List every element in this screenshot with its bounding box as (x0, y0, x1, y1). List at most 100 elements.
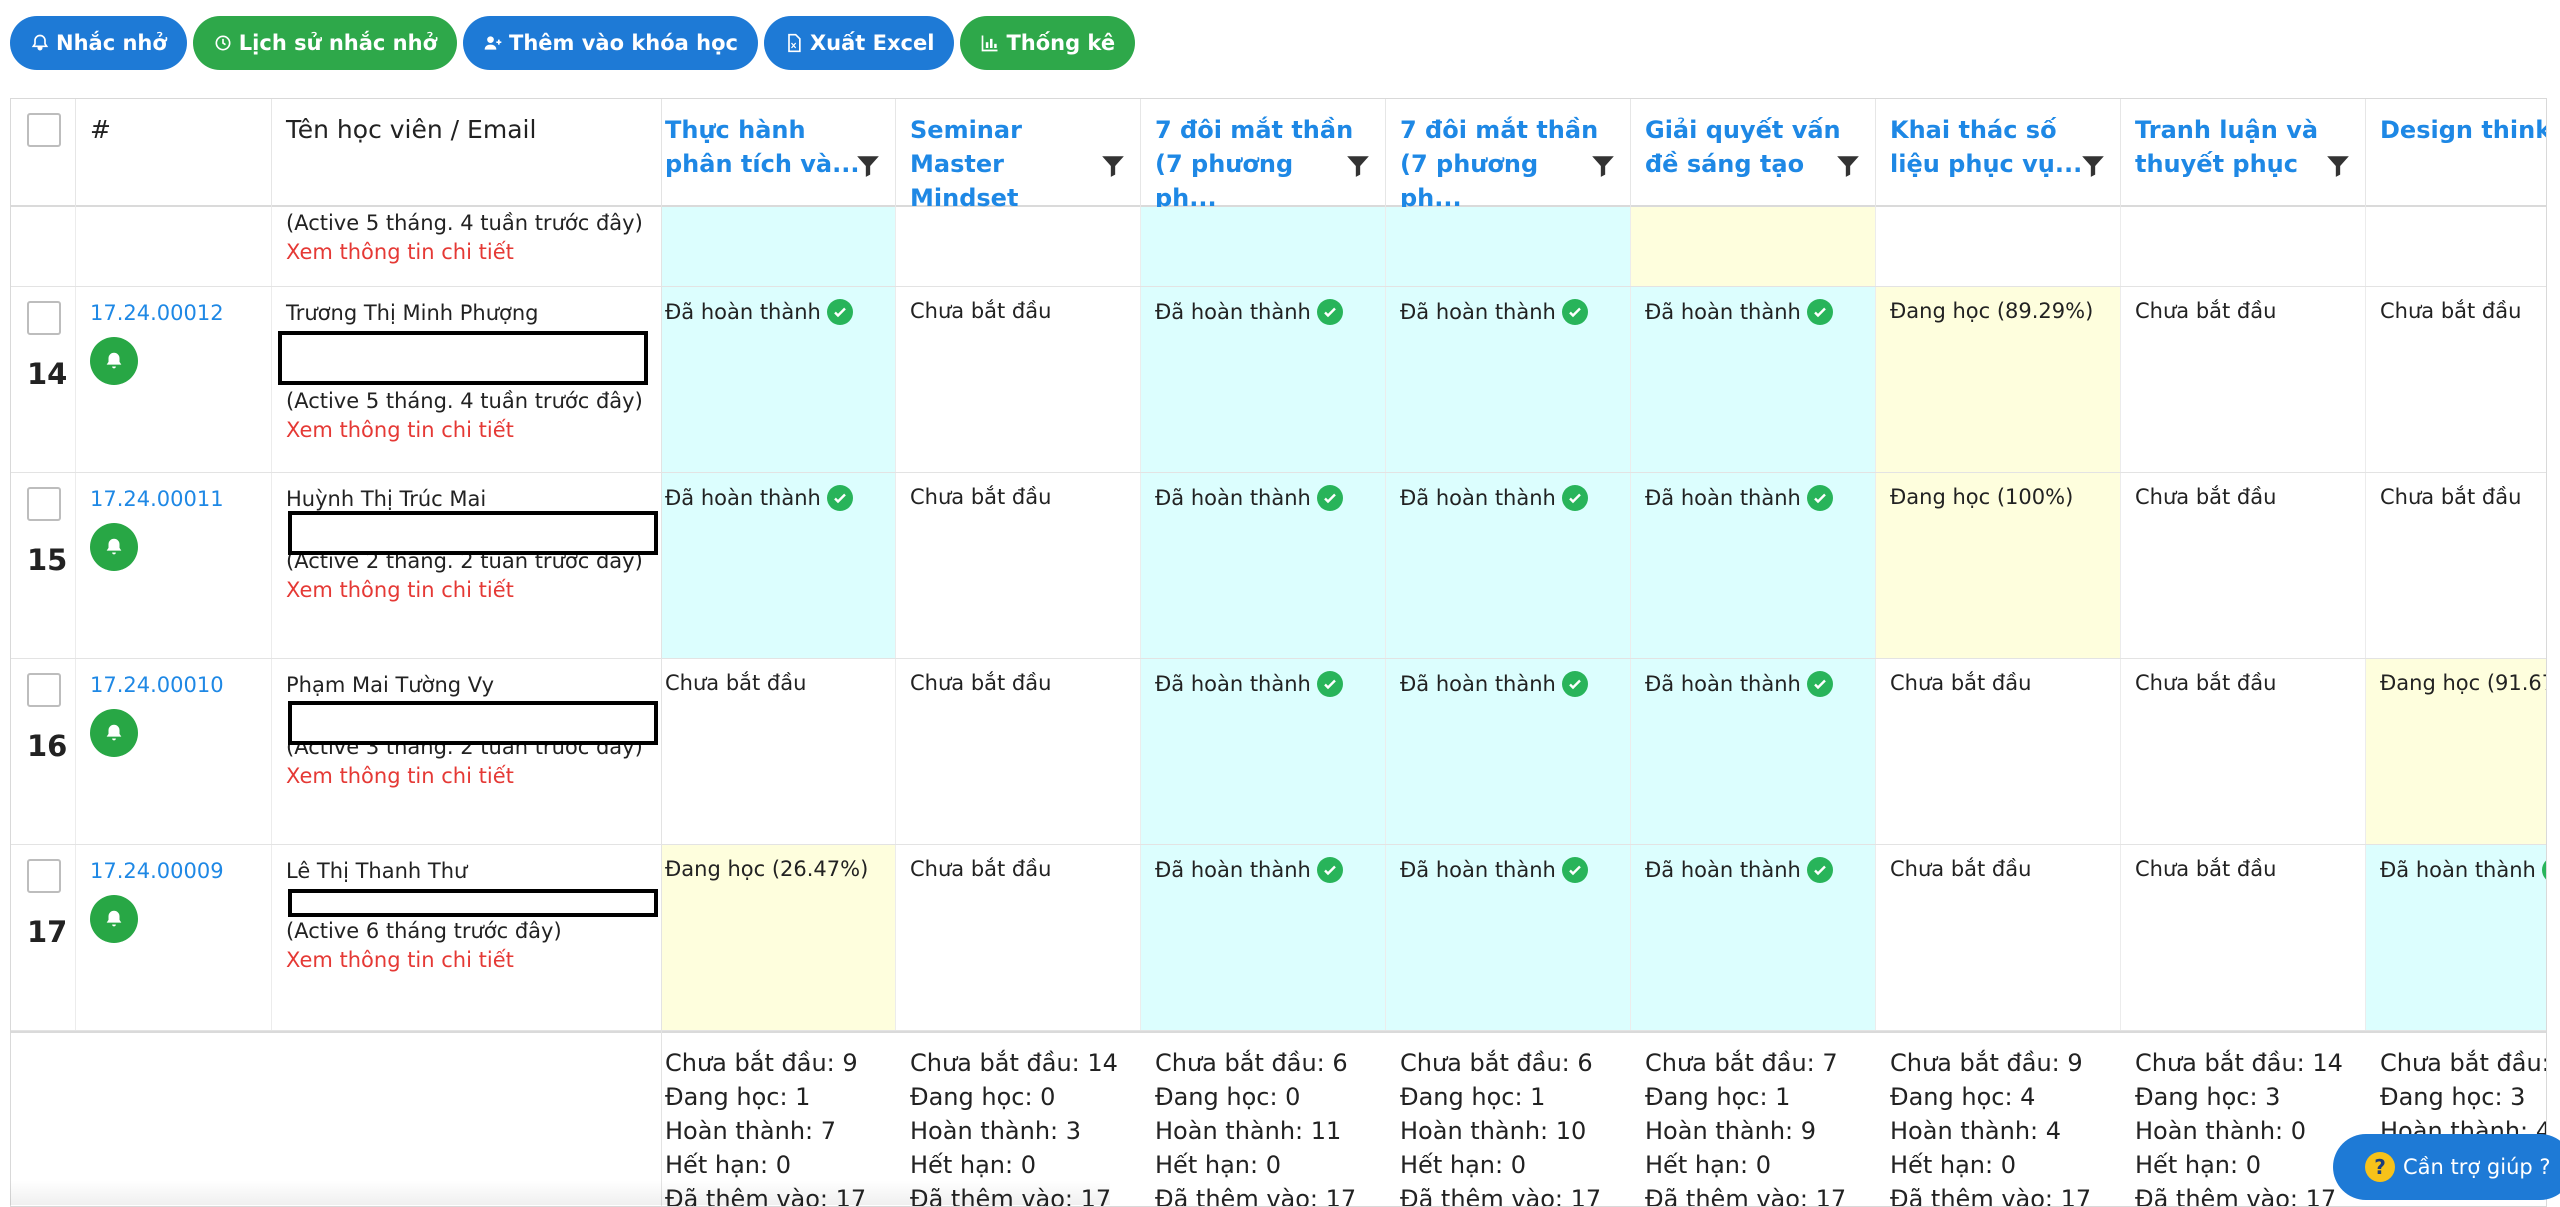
filter-icon[interactable] (1345, 153, 1371, 179)
course-status: Đã hoàn thành (1400, 857, 1588, 883)
add-to-course-button[interactable]: Thêm vào khóa học (463, 16, 758, 70)
remind-student-button[interactable] (90, 895, 138, 943)
course-status-cell (896, 207, 1141, 286)
course-header[interactable]: Design thinkin (2366, 99, 2546, 207)
remind-student-button[interactable] (90, 337, 138, 385)
table-row: Đã hoàn thành Chưa bắt đầu Đã hoàn thành… (661, 287, 2546, 473)
row-number: 14 (27, 357, 68, 391)
student-code-link[interactable]: 17.24.00012 (90, 301, 224, 325)
check-circle-icon (1561, 671, 1588, 697)
help-button[interactable]: ? Cần trợ giúp ? (2333, 1134, 2560, 1200)
student-code-link[interactable]: 17.24.00010 (90, 673, 224, 697)
summary-line: Đang học: 1 (1645, 1083, 1791, 1111)
statistics-button[interactable]: Thống kê (960, 16, 1136, 70)
student-code-link[interactable]: 17.24.00011 (90, 487, 224, 511)
summary-line: Đang học: 1 (1400, 1083, 1546, 1111)
summary-line: Chưa bắt đầu: 6 (1400, 1049, 1593, 1077)
filter-icon[interactable] (2080, 153, 2106, 179)
course-status-text: Đã hoàn thành (1645, 300, 1801, 324)
filter-icon[interactable] (1590, 153, 1616, 179)
course-status: Đã hoàn thành (1645, 671, 1833, 697)
row-select-cell: 16 (11, 659, 76, 844)
course-title: 7 đôi mắt thần (7 phương ph... (1400, 113, 1600, 215)
student-name: Trương Thị Minh Phượng (286, 301, 539, 325)
summary-line: Hết hạn: 0 (1890, 1151, 2016, 1179)
student-progress-table: # Tên học viên / Email (Active 5 tháng. … (10, 98, 2547, 1207)
course-title: Tranh luận và thuyết phục (2135, 113, 2335, 181)
course-header[interactable]: Giải quyết vấn đề sáng tạo (1631, 99, 1876, 207)
row-checkbox[interactable] (27, 673, 61, 707)
remind-student-button[interactable] (90, 523, 138, 571)
course-status-cell: Đã hoàn thành (1631, 473, 1876, 658)
course-status-cell: Đã hoàn thành (1141, 473, 1386, 658)
filter-icon[interactable] (855, 153, 881, 179)
filter-icon[interactable] (2325, 153, 2351, 179)
remind-history-button[interactable]: Lịch sử nhắc nhở (192, 16, 458, 70)
summary-line: Hoàn thành: 4 (1890, 1117, 2062, 1145)
course-status-text: Đã hoàn thành (1155, 858, 1311, 882)
course-status: Đã hoàn thành (1155, 485, 1343, 511)
header-name[interactable]: Tên học viên / Email (272, 99, 661, 207)
course-title-line2: đề sáng tạo (1645, 150, 1805, 178)
course-status-cell: Đã hoàn thành (1386, 473, 1631, 658)
course-header[interactable]: 7 đôi mắt thần (7 phương ph... (1386, 99, 1631, 212)
row-select-cell: 14 (11, 287, 76, 472)
course-status: Chưa bắt đầu (2135, 485, 2276, 509)
course-status-text: Đã hoàn thành (1400, 858, 1556, 882)
view-detail-link[interactable]: Xem thông tin chi tiết (286, 578, 514, 602)
course-header[interactable]: 7 đôi mắt thần (7 phương ph... (1141, 99, 1386, 212)
course-status-cell: Chưa bắt đầu (2121, 845, 2366, 1030)
row-checkbox[interactable] (27, 487, 61, 521)
course-status: Đã hoàn thành (665, 299, 853, 325)
course-header[interactable]: Thực hành phân tích và... (661, 99, 896, 207)
export-excel-button[interactable]: Xuất Excel (763, 16, 955, 70)
course-status-text: Đã hoàn thành (1155, 672, 1311, 696)
view-detail-link[interactable]: Xem thông tin chi tiết (286, 764, 514, 788)
course-status: Chưa bắt đầu (910, 299, 1051, 323)
course-header[interactable]: Tranh luận và thuyết phục (2121, 99, 2366, 207)
course-title-line1: Tranh luận và (2135, 116, 2319, 144)
summary-line: Hoàn thành: 7 (665, 1117, 837, 1145)
summary-line: Chưa bắt đầu: (2380, 1049, 2546, 1077)
check-circle-icon (1316, 485, 1343, 511)
course-header[interactable]: Seminar Master Mindset (896, 99, 1141, 212)
course-title-line1: Giải quyết vấn (1645, 116, 1841, 144)
row-checkbox[interactable] (27, 859, 61, 893)
check-circle-icon (1561, 299, 1588, 325)
course-columns[interactable]: Thực hành phân tích và... Seminar Master M… (661, 99, 2546, 1206)
student-code-link[interactable]: 17.24.00009 (90, 859, 224, 883)
course-status: Chưa bắt đầu (1890, 671, 2031, 695)
course-title-line1: 7 đôi mắt thần (1155, 116, 1354, 144)
filter-icon[interactable] (1835, 153, 1861, 179)
chart-icon (982, 35, 998, 52)
export-excel-label: Xuất Excel (809, 31, 935, 55)
filter-icon[interactable] (1100, 153, 1126, 179)
course-status-cell: Đã hoàn thành (1631, 845, 1876, 1030)
course-status: Đã hoàn thành (1645, 485, 1833, 511)
remind-button[interactable]: Nhắc nhở (10, 16, 187, 70)
redacted-email (288, 511, 658, 555)
course-status-cell: Chưa bắt đầu (661, 659, 896, 844)
course-status-text: Đã hoàn thành (665, 300, 821, 324)
row-select-cell: 15 (11, 473, 76, 658)
remind-student-button[interactable] (90, 709, 138, 757)
course-title: Thực hành phân tích và... (665, 113, 865, 181)
select-all-checkbox[interactable] (27, 113, 61, 147)
summary-line: Hết hạn: 0 (1400, 1151, 1526, 1179)
course-status: Đã hoàn thành (1155, 299, 1343, 325)
view-detail-link[interactable]: Xem thông tin chi tiết (286, 948, 514, 972)
view-detail-link[interactable]: Xem thông tin chi tiết (286, 418, 514, 442)
summary-line: Hoàn thành: 9 (1645, 1117, 1817, 1145)
table-bottom-shadow (10, 1180, 1110, 1205)
course-status-cell (1876, 207, 2121, 286)
active-time: (Active 5 tháng. 4 tuần trước đây) (286, 211, 643, 235)
view-detail-link[interactable]: Xem thông tin chi tiết (286, 240, 514, 264)
row-checkbox[interactable] (27, 301, 61, 335)
row-name-cell: Phạm Mai Tường Vy (Active 3 tháng. 2 tuầ… (272, 659, 661, 844)
course-title: Khai thác số liệu phục vụ... (1890, 113, 2090, 181)
course-status-text: Đã hoàn thành (1400, 300, 1556, 324)
course-status-text: Chưa bắt đầu (2135, 671, 2277, 695)
course-header[interactable]: Khai thác số liệu phục vụ... (1876, 99, 2121, 207)
question-icon: ? (2365, 1152, 2395, 1182)
course-status-text: Chưa bắt đầu (910, 485, 1052, 509)
